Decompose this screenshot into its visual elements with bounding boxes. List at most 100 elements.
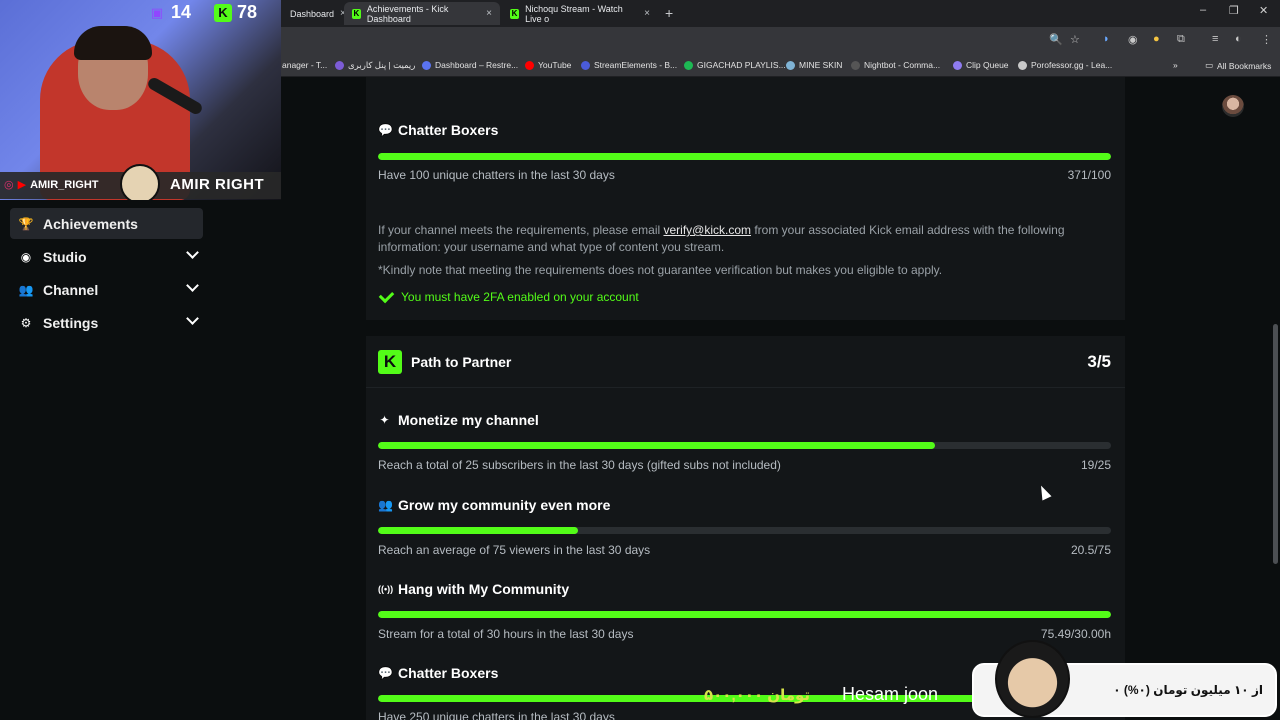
studio-icon: ◉ — [20, 249, 32, 264]
bookmark-item[interactable]: Nightbot - Comma... — [851, 60, 940, 70]
extension-icon[interactable]: ◉ — [1128, 33, 1138, 46]
chevron-down-icon[interactable] — [186, 279, 199, 292]
youtube-icon: ▶ — [17, 179, 27, 191]
check-icon — [378, 287, 395, 304]
zoom-icon[interactable]: 🔍 — [1049, 33, 1063, 46]
bookmark-item[interactable]: MINE SKIN — [786, 60, 842, 70]
tab-label: Dashboard — [290, 8, 335, 19]
sidebar-item-achievements[interactable]: 🏆 Achievements — [10, 208, 203, 239]
user-avatar[interactable] — [1222, 95, 1244, 117]
donation-mascot-avatar — [995, 640, 1070, 718]
bookmark-item[interactable]: Clip Queue — [953, 60, 1009, 70]
broadcast-icon: ((•)) — [378, 584, 394, 594]
task-description: Reach a total of 25 subscribers in the l… — [378, 458, 781, 472]
verification-note: *Kindly note that meeting the requiremen… — [378, 263, 943, 277]
tab-label: Nichoqu Stream - Watch Live o — [525, 3, 623, 24]
task-description: Have 250 unique chatters in the last 30 … — [378, 710, 615, 720]
sidebar-item-settings[interactable]: ⚙ Settings — [10, 307, 203, 338]
minimize-button[interactable]: – — [1200, 4, 1206, 16]
task-count: 19/25 — [1080, 458, 1111, 472]
bookmark-item[interactable]: StreamElements - B... — [581, 60, 677, 70]
bookmark-favicon-icon — [335, 61, 344, 70]
bookmark-item[interactable]: Dashboard – Restre... — [422, 60, 518, 70]
donor-name: Hesam joon — [842, 684, 939, 704]
close-icon[interactable]: × — [486, 8, 492, 19]
sparkle-icon: ✦ — [379, 413, 390, 427]
reading-list-icon[interactable]: ≡ — [1212, 33, 1218, 45]
tab-achievements[interactable]: K Achievements - Kick Dashboard × — [344, 2, 500, 25]
chevron-down-icon[interactable] — [186, 246, 199, 259]
tab-dashboard[interactable]: Dashboard × — [282, 2, 346, 25]
page-scrollbar[interactable] — [1273, 324, 1278, 564]
chevron-down-icon[interactable] — [186, 312, 199, 325]
tab-label: Achievements - Kick Dashboard — [366, 3, 449, 24]
sidebar-item-label: Studio — [43, 248, 87, 265]
new-tab-button[interactable]: + — [665, 5, 673, 21]
twitch-viewer-count: ▣ 14 — [148, 2, 191, 23]
bookmarks-more-button[interactable]: » — [1173, 60, 1178, 70]
progress-bar — [378, 527, 1111, 534]
instagram-icon: ◎ — [4, 179, 14, 191]
folder-icon: ▭ — [1205, 60, 1214, 70]
progress-fill — [378, 442, 936, 449]
task-title: 👥 Grow my community even more — [378, 497, 611, 513]
more-menu-icon[interactable]: ⋮ — [1261, 33, 1272, 46]
verification-card: 💬 Chatter Boxers Have 100 unique chatter… — [366, 77, 1125, 320]
kick-logo-icon: K — [378, 350, 402, 374]
chat-icon: 💬 — [378, 666, 393, 680]
spotify-icon — [684, 60, 693, 70]
task-title: ((•)) Hang with My Community — [378, 581, 570, 597]
gear-icon: ⚙ — [20, 315, 32, 330]
bookmark-item[interactable]: ریمیت | پنل کاربری — [335, 60, 415, 71]
verify-email-link[interactable]: verify@kick.com — [663, 223, 751, 237]
task-description: Have 100 unique chatters in the last 30 … — [378, 168, 615, 182]
users-icon: 👥 — [378, 498, 393, 512]
partner-score: 3/5 — [1087, 352, 1111, 371]
close-window-button[interactable]: ✕ — [1259, 4, 1268, 17]
bookmark-favicon-icon — [1018, 60, 1027, 70]
profile-avatar-icon[interactable]: ◐ — [1235, 33, 1242, 45]
task-title: 💬 Chatter Boxers — [378, 665, 499, 681]
progress-fill — [378, 527, 579, 534]
card-header: K Path to Partner 3/5 — [366, 336, 1125, 388]
maximize-button[interactable]: ❐ — [1229, 4, 1239, 17]
bookmark-favicon-icon — [851, 60, 860, 70]
sidebar-item-label: Channel — [43, 281, 99, 298]
bookmark-star-icon[interactable]: ☆ — [1070, 33, 1080, 46]
youtube-icon — [525, 60, 534, 70]
task-count: 20.5/75 — [1070, 543, 1111, 557]
kick-favicon-icon: K — [510, 8, 520, 19]
sidebar-item-channel[interactable]: 👥 Channel — [10, 274, 203, 305]
progress-fill — [378, 153, 1111, 160]
all-bookmarks-button[interactable]: ▭ All Bookmarks — [1205, 60, 1271, 71]
kick-icon: K — [214, 3, 232, 22]
twitch-icon: ▣ — [150, 4, 164, 20]
verification-info: If your channel meets the requirements, … — [378, 223, 1065, 254]
social-handle: ◎ ▶ AMIR_RIGHT — [4, 178, 99, 192]
bookmark-favicon-icon — [786, 60, 795, 70]
bookmark-item[interactable]: Porofessor.gg - Lea... — [1018, 60, 1112, 70]
extension-icon[interactable]: ● — [1153, 33, 1160, 45]
twofa-requirement: You must have 2FA enabled on your accoun… — [378, 287, 639, 305]
tab-nichoqu-stream[interactable]: K Nichoqu Stream - Watch Live o × — [502, 2, 658, 25]
sidebar-item-studio[interactable]: ◉ Studio — [10, 241, 203, 272]
extension-icon[interactable]: ◗ — [1103, 33, 1110, 45]
bookmark-item[interactable]: anager - T... — [282, 60, 327, 70]
webcam-overlay: ▣ 14 K 78 ◎ ▶ AMIR_RIGHT AMIR RIGHT — [0, 0, 281, 200]
donation-amount: ۵۰۰,۰۰۰ تومان — [704, 687, 811, 704]
sidebar-item-label: Achievements — [43, 215, 138, 232]
task-count: 75.49/30.00h — [1040, 627, 1111, 641]
bookmark-favicon-icon — [581, 60, 590, 70]
extensions-puzzle-icon[interactable]: ⧉ — [1177, 33, 1185, 46]
bookmark-item[interactable]: YouTube — [525, 60, 571, 70]
sidebar-item-label: Settings — [43, 314, 99, 331]
streamer-name: AMIR RIGHT — [170, 176, 265, 193]
progress-bar — [378, 611, 1111, 618]
bookmark-item[interactable]: GIGACHAD PLAYLIS... — [684, 60, 786, 70]
kick-viewer-count: K 78 — [214, 2, 257, 23]
task-description: Stream for a total of 30 hours in the la… — [378, 627, 634, 641]
chat-icon: 💬 — [378, 123, 393, 137]
close-icon[interactable]: × — [644, 8, 650, 19]
task-description: Reach an average of 75 viewers in the la… — [378, 543, 651, 557]
task-count: 371/100 — [1067, 168, 1111, 182]
